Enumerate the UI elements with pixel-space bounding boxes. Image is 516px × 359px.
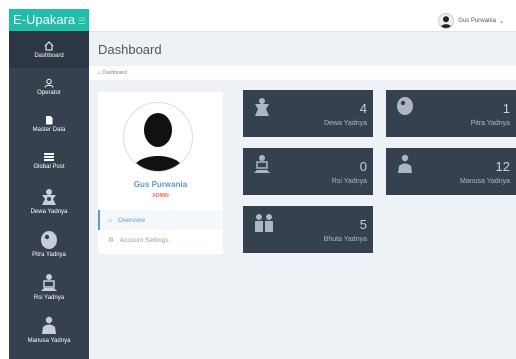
stat-label: Bhuta Yadnya bbox=[323, 236, 367, 243]
document-icon bbox=[46, 115, 53, 124]
demon-icon bbox=[255, 214, 273, 232]
stat-tile-dewa-yadnya[interactable]: 4 Dewa Yadnya bbox=[243, 90, 373, 137]
user-icon bbox=[44, 78, 54, 88]
user-name: Gus Purwania bbox=[458, 18, 496, 24]
sidebar-item-master-data[interactable]: Master Data bbox=[9, 105, 89, 142]
sidebar-item-label: Global Post bbox=[33, 163, 65, 170]
stat-label: Dewa Yadnya bbox=[324, 120, 367, 127]
breadcrumb-item[interactable]: Dashboard bbox=[102, 70, 126, 76]
stat-label: Rsi Yadnya bbox=[331, 178, 367, 185]
menu-toggle-icon[interactable]: ☰ bbox=[78, 16, 86, 26]
brand-logo[interactable]: E-Upakara ☰ bbox=[9, 9, 89, 31]
profile-menu: ⌂ Overview ⚙ Account Settings bbox=[98, 210, 223, 250]
sidebar-item-label: Dewa Yadnya bbox=[30, 208, 68, 215]
stat-value: 0 bbox=[359, 159, 367, 174]
stat-tile-bhuta-yadnya[interactable]: 5 Bhuta Yadnya bbox=[243, 206, 373, 253]
sidebar-item-global-post[interactable]: Global Post bbox=[9, 142, 89, 179]
profile-menu-account-settings[interactable]: ⚙ Account Settings bbox=[98, 230, 223, 250]
list-icon bbox=[44, 152, 54, 161]
sidebar-nav: Dashboard Operator Master Data Global Po… bbox=[9, 31, 89, 351]
top-navbar: Gus Purwania ⌄ bbox=[89, 9, 516, 32]
ancestor-icon bbox=[397, 97, 413, 115]
deity-icon bbox=[42, 188, 56, 205]
sage-icon bbox=[254, 155, 270, 173]
sage-icon bbox=[41, 273, 57, 291]
sidebar-item-label: Dashboard bbox=[34, 52, 64, 59]
sidebar-item-label: Pitra Yadnya bbox=[32, 251, 66, 258]
sidebar-item-pitra-yadnya[interactable]: Pitra Yadnya bbox=[9, 222, 89, 265]
profile-card: Gus Purwania ADMIN ⌂ Overview ⚙ Account … bbox=[98, 92, 223, 254]
deity-icon bbox=[255, 98, 269, 116]
home-icon bbox=[44, 40, 54, 50]
home-icon: ⌂ bbox=[98, 70, 102, 76]
sidebar: E-Upakara ☰ Dashboard Operator Master Dat… bbox=[9, 9, 89, 359]
user-menu[interactable]: Gus Purwania ⌄ bbox=[438, 13, 504, 29]
avatar bbox=[438, 13, 455, 29]
sidebar-item-dewa-yadnya[interactable]: Dewa Yadnya bbox=[9, 179, 89, 222]
sidebar-item-dashboard[interactable]: Dashboard bbox=[9, 31, 89, 68]
profile-name: Gus Purwania bbox=[133, 180, 188, 189]
sidebar-item-rsi-yadnya[interactable]: Rsi Yadnya bbox=[9, 265, 89, 308]
ancestor-icon bbox=[41, 230, 57, 249]
stat-value: 5 bbox=[359, 217, 367, 232]
breadcrumb: ⌂ Dashboard bbox=[89, 66, 516, 80]
sidebar-item-operator[interactable]: Operator bbox=[9, 68, 89, 105]
profile-role: ADMIN bbox=[152, 193, 169, 199]
stat-label: Manusa Yadnya bbox=[460, 178, 510, 185]
sidebar-item-label: Operator bbox=[37, 89, 61, 96]
sidebar-item-label: Manusa Yadnya bbox=[27, 337, 71, 344]
sidebar-item-manusa-yadnya[interactable]: Manusa Yadnya bbox=[9, 308, 89, 351]
profile-avatar bbox=[123, 102, 193, 172]
sidebar-item-label: Rsi Yadnya bbox=[33, 294, 65, 301]
page-title: Dashboard bbox=[98, 42, 162, 57]
sidebar-item-label: Master Data bbox=[32, 126, 66, 133]
stat-tile-pitra-yadnya[interactable]: 1 Pitra Yadnya bbox=[386, 90, 516, 137]
person-icon bbox=[42, 316, 56, 334]
profile-menu-label: Account Settings bbox=[119, 236, 169, 244]
chevron-down-icon: ⌄ bbox=[498, 18, 504, 25]
stat-value: 12 bbox=[495, 159, 510, 174]
stat-tile-rsi-yadnya[interactable]: 0 Rsi Yadnya bbox=[243, 148, 373, 195]
stat-tile-manusa-yadnya[interactable]: 12 Manusa Yadnya bbox=[386, 148, 516, 195]
stat-label: Pitra Yadnya bbox=[470, 120, 510, 127]
person-icon bbox=[398, 154, 412, 173]
profile-menu-label: Overview bbox=[117, 216, 146, 224]
stat-value: 4 bbox=[359, 101, 367, 116]
home-icon: ⌂ bbox=[108, 216, 112, 224]
main-content: Dashboard ⌂ Dashboard Gus Purwania ADMIN… bbox=[89, 32, 516, 359]
profile-menu-overview[interactable]: ⌂ Overview bbox=[98, 210, 223, 230]
gear-icon: ⚙ bbox=[108, 237, 114, 244]
stat-value: 1 bbox=[502, 101, 510, 116]
